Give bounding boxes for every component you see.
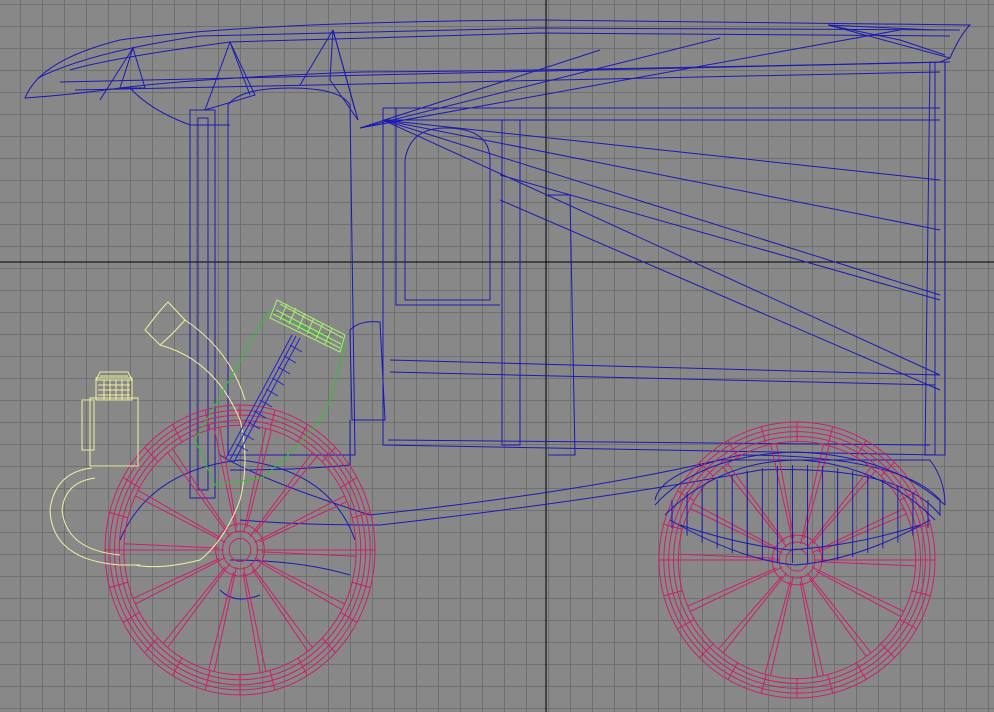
rear-fender-wireframe[interactable] [654,451,946,566]
3d-viewport[interactable] [0,0,994,712]
wireframe-model[interactable] [0,0,994,712]
steering-assembly[interactable] [194,299,346,486]
rear-wheel-wireframe[interactable] [658,421,936,699]
front-wheel-wireframe[interactable] [104,404,376,696]
steering-column [225,334,303,463]
steering-frame [194,311,346,486]
steering-wheel [269,299,346,353]
